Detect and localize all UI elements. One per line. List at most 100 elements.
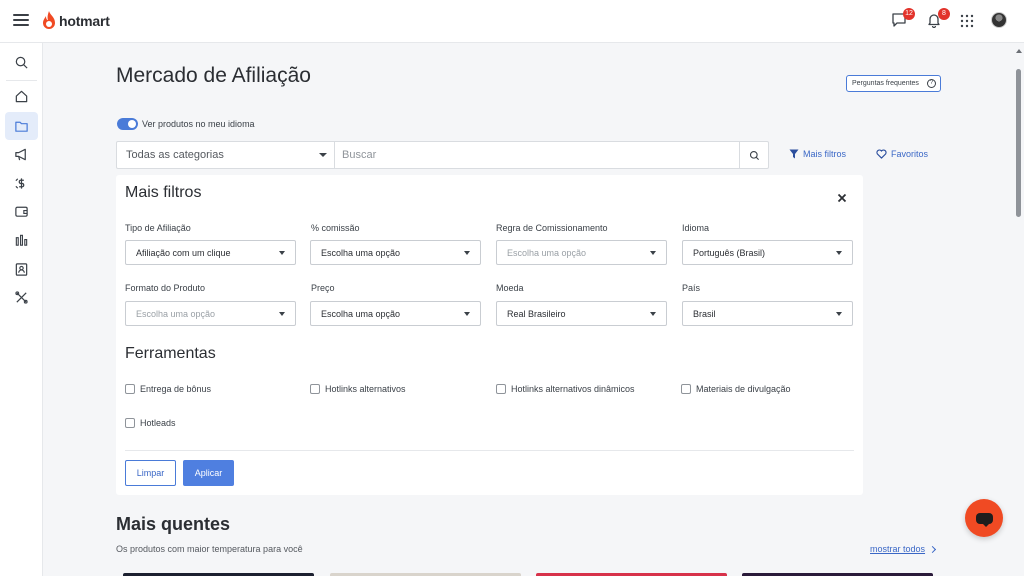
checkbox-hotleads[interactable]: Hotleads: [125, 418, 176, 428]
search-input[interactable]: [342, 146, 732, 164]
scroll-up-icon[interactable]: [1016, 49, 1022, 53]
sidebar-search-icon[interactable]: [5, 48, 38, 76]
chevron-down-icon: [464, 251, 470, 255]
checkbox-dynamic-hotlinks[interactable]: Hotlinks alternativos dinâmicos: [496, 384, 635, 394]
home-icon: [15, 90, 28, 102]
select-commission[interactable]: Escolha uma opção: [310, 240, 481, 265]
page-title: Mercado de Afiliação: [116, 64, 311, 87]
folder-icon: [15, 121, 28, 132]
hot-section-subtitle: Os produtos com maior temperatura para v…: [116, 544, 303, 554]
scroll-thumb[interactable]: [1016, 69, 1021, 217]
checkbox-label: Materiais de divulgação: [696, 384, 791, 394]
select-commission-rule[interactable]: Escolha uma opção: [496, 240, 667, 265]
close-icon[interactable]: [836, 192, 848, 204]
chevron-down-icon: [650, 312, 656, 316]
sidebar-folder-icon[interactable]: [5, 112, 38, 140]
select-price[interactable]: Escolha uma opção: [310, 301, 481, 326]
hot-section-title: Mais quentes: [116, 514, 231, 534]
hotmart-logo[interactable]: hotmart: [41, 9, 110, 33]
search-bar: Todas as categorias: [116, 141, 769, 169]
chevron-down-icon: [464, 312, 470, 316]
apps-grid-icon[interactable]: [960, 12, 978, 30]
sidebar-dollar-transfer-icon[interactable]: [5, 169, 38, 197]
filters-title: Mais filtros: [125, 184, 202, 201]
checkbox-box[interactable]: [125, 418, 135, 428]
select-value: Afiliação com um clique: [136, 248, 231, 258]
chat-icon[interactable]: 12: [891, 8, 915, 30]
checkbox-bonus-delivery[interactable]: Entrega de bônus: [125, 384, 211, 394]
faq-button[interactable]: Perguntas frequentes ?: [846, 75, 941, 92]
notification-badge: 8: [938, 8, 950, 20]
filter-icon: [789, 149, 799, 159]
select-product-format[interactable]: Escolha uma opção: [125, 301, 296, 326]
language-toggle-label: Ver produtos no meu idioma: [142, 119, 255, 129]
select-country[interactable]: Brasil: [682, 301, 853, 326]
page-scrollbar[interactable]: [1013, 43, 1024, 576]
checkbox-label: Hotlinks alternativos dinâmicos: [511, 384, 635, 394]
megaphone-icon: [15, 148, 26, 160]
category-select[interactable]: Todas as categorias: [117, 142, 335, 168]
select-placeholder: Escolha uma opção: [507, 248, 587, 258]
top-bar: hotmart 12 8: [0, 0, 1024, 43]
clear-button[interactable]: Limpar: [125, 460, 176, 486]
sidebar-tools-icon[interactable]: [5, 283, 38, 311]
select-value: Brasil: [693, 309, 716, 319]
filter-label-commission: % comissão: [311, 223, 360, 233]
checkbox-box[interactable]: [496, 384, 506, 394]
question-icon: ?: [927, 79, 936, 88]
checkbox-label: Hotleads: [140, 418, 176, 428]
filter-label-price: Preço: [311, 283, 335, 293]
filter-label-country: País: [682, 283, 701, 293]
filter-label-commission-rule: Regra de Comissionamento: [496, 223, 608, 233]
filters-panel: Mais filtros Tipo de Afiliação Afiliação…: [116, 175, 863, 495]
select-currency[interactable]: Real Brasileiro: [496, 301, 667, 326]
select-language[interactable]: Português (Brasil): [682, 240, 853, 265]
see-all-label: mostrar todos: [870, 544, 926, 554]
chat-bubble-icon: [975, 512, 993, 527]
select-affiliation-type[interactable]: Afiliação com um clique: [125, 240, 296, 265]
filter-label-language: Idioma: [682, 223, 710, 233]
divider: [125, 450, 854, 451]
checkbox-box[interactable]: [125, 384, 135, 394]
avatar[interactable]: [991, 12, 1007, 28]
tools-title: Ferramentas: [125, 345, 216, 362]
sidebar: [0, 43, 43, 576]
language-toggle-row: Ver produtos no meu idioma: [117, 118, 255, 130]
hamburger-menu-icon[interactable]: [13, 14, 29, 26]
checkbox-alt-hotlinks[interactable]: Hotlinks alternativos: [310, 384, 406, 394]
chevron-right-icon: [928, 545, 937, 553]
see-all-link[interactable]: mostrar todos: [870, 544, 937, 554]
chevron-down-icon: [836, 312, 842, 316]
wallet-icon: [15, 206, 28, 217]
sidebar-wallet-icon[interactable]: [5, 197, 38, 225]
language-toggle[interactable]: [117, 118, 138, 130]
bell-icon[interactable]: 8: [926, 8, 950, 30]
checkbox-marketing-materials[interactable]: Materiais de divulgação: [681, 384, 791, 394]
search-button[interactable]: [739, 142, 768, 168]
favorites-label: Favoritos: [891, 149, 929, 159]
filter-label-currency: Moeda: [496, 283, 524, 293]
chevron-down-icon: [319, 153, 327, 157]
chat-badge: 12: [903, 8, 915, 20]
flame-icon: [43, 11, 55, 29]
select-value: Escolha uma opção: [321, 248, 401, 258]
apply-button[interactable]: Aplicar: [183, 460, 234, 486]
more-filters-button[interactable]: Mais filtros: [789, 149, 846, 159]
sidebar-contacts-icon[interactable]: [5, 255, 38, 283]
checkbox-label: Hotlinks alternativos: [325, 384, 406, 394]
contacts-icon: [15, 262, 28, 276]
faq-label: Perguntas frequentes: [852, 80, 919, 87]
favorites-button[interactable]: Favoritos: [876, 149, 928, 159]
tools-icon: [15, 290, 28, 304]
select-value: Português (Brasil): [693, 248, 766, 258]
chat-support-button[interactable]: [965, 499, 1003, 537]
chart-icon: [15, 234, 28, 246]
checkbox-box[interactable]: [681, 384, 691, 394]
checkbox-box[interactable]: [310, 384, 320, 394]
sidebar-home-icon[interactable]: [5, 82, 38, 110]
sidebar-megaphone-icon[interactable]: [5, 140, 38, 168]
sidebar-chart-icon[interactable]: [5, 226, 38, 254]
filter-label-product-format: Formato do Produto: [125, 283, 206, 293]
select-value: Real Brasileiro: [507, 309, 566, 319]
chevron-down-icon: [279, 312, 285, 316]
